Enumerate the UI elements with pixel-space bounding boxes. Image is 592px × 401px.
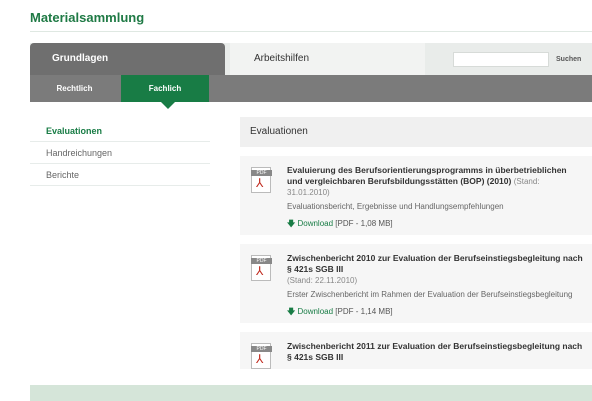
entry-description: Evaluationsbericht, Ergebnisse und Handl…	[287, 202, 504, 211]
list-item: Zwischenbericht 2011 zur Evaluation der …	[240, 332, 592, 369]
download-arrow-icon: 🡇	[287, 307, 296, 316]
sidebar-item-handreichungen[interactable]: Handreichungen	[30, 142, 210, 164]
sidebar-item-evaluationen[interactable]: Evaluationen	[30, 120, 210, 142]
sidebar: Evaluationen Handreichungen Berichte	[30, 120, 210, 186]
page-title: Materialsammlung	[30, 10, 145, 25]
search-button[interactable]: Suchen	[556, 52, 581, 67]
subnav-rechtlich[interactable]: Rechtlich	[30, 75, 119, 102]
file-info: [PDF - 1,14 MB]	[335, 307, 393, 316]
download-link[interactable]: Download	[297, 307, 333, 316]
file-info: [PDF - 1,08 MB]	[335, 219, 393, 228]
sub-navigation: Rechtlich Fachlich	[30, 75, 592, 109]
pdf-icon	[251, 255, 272, 281]
main-tabbar: Grundlagen Arbeitshilfen Suchen	[30, 43, 592, 75]
tab-grundlagen[interactable]: Grundlagen	[30, 43, 225, 75]
download-link[interactable]: Download	[297, 219, 333, 228]
entry-date: (Stand: 22.11.2010)	[287, 276, 358, 285]
list-item: Zwischenbericht 2010 zur Evaluation der …	[240, 244, 592, 323]
pdf-icon	[251, 343, 272, 369]
entry-description: Erster Zwischenbericht im Rahmen der Eva…	[287, 290, 573, 299]
footer-bar	[30, 385, 592, 401]
content-header: Evaluationen	[240, 117, 592, 147]
entry-title: Zwischenbericht 2011 zur Evaluation der …	[287, 341, 583, 362]
list-item: Evaluierung des Berufsorientierungsprogr…	[240, 156, 592, 235]
tab-arbeitshilfen[interactable]: Arbeitshilfen	[230, 43, 425, 75]
pdf-icon	[251, 167, 272, 193]
download-arrow-icon: 🡇	[287, 219, 296, 228]
subnav-fachlich[interactable]: Fachlich	[121, 75, 209, 109]
content-area: Evaluationen Evaluierung des Berufsorien…	[240, 117, 592, 401]
search-input[interactable]	[453, 52, 549, 67]
sidebar-item-berichte[interactable]: Berichte	[30, 164, 210, 186]
title-divider	[30, 31, 592, 32]
entry-title: Zwischenbericht 2010 zur Evaluation der …	[287, 253, 583, 274]
